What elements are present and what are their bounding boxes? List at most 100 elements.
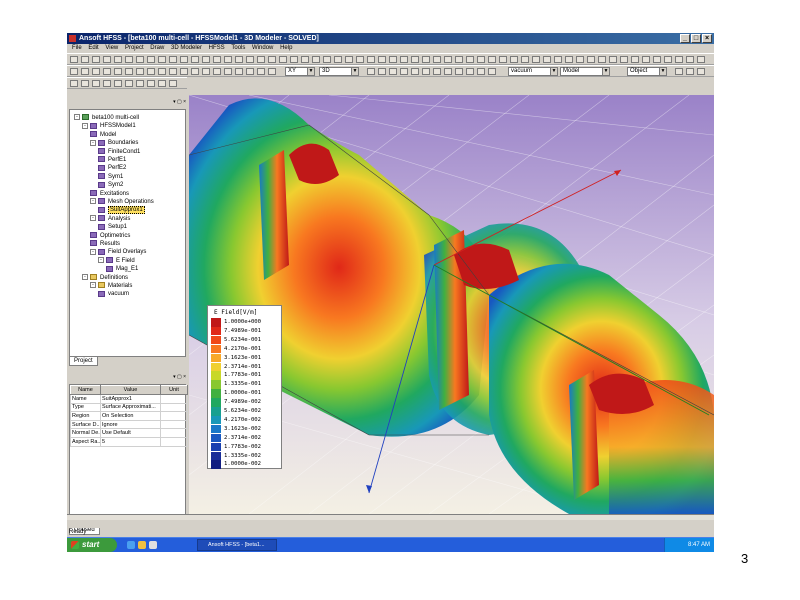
property-row[interactable]: Name SuitApprox1: [70, 394, 188, 404]
property-value[interactable]: Surface Approximati...: [100, 402, 161, 413]
toolbar-button-icon[interactable]: [389, 68, 397, 75]
toolbar-button-icon[interactable]: [136, 80, 144, 87]
expand-toggle-icon[interactable]: -: [98, 257, 104, 264]
menu-file[interactable]: File: [72, 44, 82, 53]
toolbar-button-icon[interactable]: [609, 56, 617, 63]
toolbar-button-icon[interactable]: [268, 56, 276, 63]
start-button[interactable]: start: [67, 538, 117, 552]
tab-project[interactable]: Project: [69, 357, 98, 366]
toolbar-button-icon[interactable]: [213, 56, 221, 63]
toolbar-button-icon[interactable]: [257, 56, 265, 63]
toolbar-button-icon[interactable]: [103, 56, 111, 63]
toolbar-button-icon[interactable]: [158, 56, 166, 63]
props-header-name[interactable]: Name: [70, 385, 101, 395]
toolbar-button-icon[interactable]: [686, 68, 694, 75]
toolbar-button-icon[interactable]: [257, 68, 265, 75]
toolbar-button-icon[interactable]: [81, 68, 89, 75]
toolbar-button-icon[interactable]: [675, 56, 683, 63]
toolbar-button-icon[interactable]: [70, 80, 78, 87]
toolbar-button-icon[interactable]: [576, 56, 584, 63]
toolbar-button-icon[interactable]: [697, 56, 705, 63]
toolbar-button-icon[interactable]: [191, 56, 199, 63]
material-select[interactable]: vacuum ▼: [508, 67, 558, 76]
toolbar-button-icon[interactable]: [147, 56, 155, 63]
expand-toggle-icon[interactable]: -: [90, 215, 96, 222]
toolbar-button-icon[interactable]: [246, 68, 254, 75]
menu-help[interactable]: Help: [280, 44, 292, 53]
toolbar-button-icon[interactable]: [81, 56, 89, 63]
toolbar-button-icon[interactable]: [191, 68, 199, 75]
toolbar-button-icon[interactable]: [92, 80, 100, 87]
toolbar-button-icon[interactable]: [521, 56, 529, 63]
property-row[interactable]: Surface D... Ignore: [70, 419, 188, 430]
toolbar-button-icon[interactable]: [213, 68, 221, 75]
taskbar-hfss-button[interactable]: Ansoft HFSS - [beta1...: [197, 539, 277, 551]
toolbar-button-icon[interactable]: [279, 56, 287, 63]
toolbar-button-icon[interactable]: [686, 56, 694, 63]
menu-project[interactable]: Project: [125, 44, 144, 53]
property-row[interactable]: Aspect Ra... 5: [70, 436, 188, 447]
toolbar-button-icon[interactable]: [323, 56, 331, 63]
toolbar-button-icon[interactable]: [422, 68, 430, 75]
property-row[interactable]: Normal De... Use Default: [70, 428, 188, 438]
toolbar-button-icon[interactable]: [114, 80, 122, 87]
toolbar-button-icon[interactable]: [103, 68, 111, 75]
toolbar-button-icon[interactable]: [136, 68, 144, 75]
toolbar-button-icon[interactable]: [642, 56, 650, 63]
toolbar-button-icon[interactable]: [455, 56, 463, 63]
toolbar-button-icon[interactable]: [433, 56, 441, 63]
toolbar-button-icon[interactable]: [543, 56, 551, 63]
toolbar-button-icon[interactable]: [125, 68, 133, 75]
toolbar-button-icon[interactable]: [444, 68, 452, 75]
maximize-button[interactable]: □: [691, 34, 701, 43]
props-header-value[interactable]: Value: [100, 385, 161, 395]
toolbar-button-icon[interactable]: [477, 56, 485, 63]
toolbar-button-icon[interactable]: [378, 68, 386, 75]
property-value[interactable]: SuitApprox1: [100, 394, 161, 404]
toolbar-button-icon[interactable]: [202, 56, 210, 63]
toolbar-button-icon[interactable]: [488, 68, 496, 75]
toolbar-button-icon[interactable]: [334, 56, 342, 63]
plane-select[interactable]: XY ▼: [285, 67, 315, 76]
toolbar-button-icon[interactable]: [147, 80, 155, 87]
toolbar-button-icon[interactable]: [598, 56, 606, 63]
toolbar-button-icon[interactable]: [389, 56, 397, 63]
toolbar-button-icon[interactable]: [367, 68, 375, 75]
minimize-button[interactable]: _: [680, 34, 690, 43]
expand-toggle-icon[interactable]: -: [74, 114, 80, 121]
property-value[interactable]: Use Default: [100, 428, 161, 438]
toolbar-button-icon[interactable]: [367, 56, 375, 63]
toolbar-button-icon[interactable]: [499, 56, 507, 63]
toolbar-button-icon[interactable]: [345, 56, 353, 63]
toolbar-button-icon[interactable]: [565, 56, 573, 63]
toolbar-button-icon[interactable]: [378, 56, 386, 63]
toolbar-button-icon[interactable]: [587, 56, 595, 63]
quicklaunch-folder-icon[interactable]: [138, 541, 146, 549]
toolbar-button-icon[interactable]: [675, 68, 683, 75]
toolbar-button-icon[interactable]: [235, 68, 243, 75]
toolbar-button-icon[interactable]: [202, 68, 210, 75]
props-header-unit[interactable]: Unit: [160, 385, 188, 395]
toolbar-button-icon[interactable]: [114, 68, 122, 75]
property-row[interactable]: Type Surface Approximati...: [70, 402, 188, 413]
toolbar-button-icon[interactable]: [477, 68, 485, 75]
toolbar-button-icon[interactable]: [422, 56, 430, 63]
toolbar-button-icon[interactable]: [224, 56, 232, 63]
menu-edit[interactable]: Edit: [88, 44, 98, 53]
toolbar-button-icon[interactable]: [411, 68, 419, 75]
toolbar-button-icon[interactable]: [158, 80, 166, 87]
property-row[interactable]: Region On Selection: [70, 411, 188, 421]
toolbar-button-icon[interactable]: [664, 56, 672, 63]
property-value[interactable]: 5: [100, 436, 161, 447]
toolbar-button-icon[interactable]: [92, 68, 100, 75]
expand-toggle-icon[interactable]: -: [82, 274, 88, 281]
property-value[interactable]: Ignore: [100, 419, 161, 430]
toolbar-button-icon[interactable]: [631, 56, 639, 63]
expand-toggle-icon[interactable]: -: [90, 282, 96, 289]
toolbar-button-icon[interactable]: [466, 68, 474, 75]
toolbar-button-icon[interactable]: [235, 56, 243, 63]
toolbar-button-icon[interactable]: [180, 56, 188, 63]
toolbar-button-icon[interactable]: [444, 56, 452, 63]
toolbar-button-icon[interactable]: [81, 80, 89, 87]
expand-toggle-icon[interactable]: -: [82, 122, 88, 129]
